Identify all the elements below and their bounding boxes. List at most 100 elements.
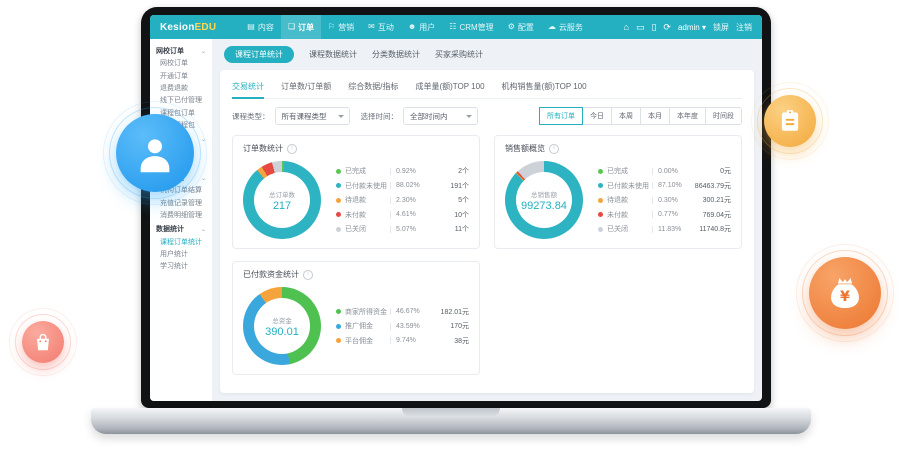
filter-row: 课程类型： 所有课程类型 选择时间： 全部时间内 所有订单今日本周本月本年度时间… — [232, 107, 742, 125]
nav-settings[interactable]: ⚙ 配置 — [501, 15, 541, 39]
home-icon[interactable]: ⌂ — [624, 23, 629, 32]
logo-edu: EDU — [195, 22, 217, 33]
legend-percent: 2.30% — [390, 197, 416, 204]
filter-label-time: 选择时间： — [361, 111, 399, 122]
legend-dot — [336, 227, 341, 232]
nav-cloud[interactable]: ☁ 云服务 — [541, 15, 590, 39]
funds-legend: 商家所得资金 46.67% 182.01元 推广佣金 43.59% 170元 — [336, 307, 469, 346]
empty-grid-cell — [494, 261, 742, 375]
legend-dot — [336, 338, 341, 343]
tab[interactable]: 机构销售量(额)TOP 100 — [502, 74, 587, 98]
sales-legend: 已完成 0.00% 0元 已付款未使用 87.10% 86463.79元 — [598, 166, 731, 234]
sidebar-item[interactable]: 消费明细管理 — [150, 209, 212, 221]
nav-label: 配置 — [518, 22, 534, 33]
time-select[interactable]: 全部时间内 — [403, 107, 478, 125]
sidebar-item[interactable]: 开通订单 — [150, 70, 212, 82]
top-bar: KesionEDU ▤ 内容 ❏ 订单 ⚐ 营销 ✉ 互动 — [150, 15, 762, 39]
orders-count-card: 订单数统计 总订单数 217 — [232, 135, 480, 249]
legend-dot — [336, 309, 341, 314]
sidebar-item[interactable]: 用户统计 — [150, 248, 212, 260]
nav-crm[interactable]: ☷ CRM管理 — [442, 15, 500, 39]
legend-value: 86463.79元 — [695, 181, 731, 191]
tab[interactable]: 交易统计 — [232, 74, 264, 98]
cloud-icon: ☁ — [548, 23, 556, 31]
time-range-button[interactable]: 本周 — [611, 107, 641, 125]
legend-percent: 0.77% — [652, 211, 678, 218]
nav-interaction[interactable]: ✉ 互动 — [361, 15, 401, 39]
legend-row: 已付款未使用 87.10% 86463.79元 — [598, 181, 731, 191]
nav-label: 用户 — [419, 22, 435, 33]
info-icon[interactable] — [287, 144, 297, 154]
monitor-icon[interactable]: ▭ — [636, 23, 645, 32]
chevron-down-icon: ▾ — [702, 23, 706, 32]
nav-marketing[interactable]: ⚐ 营销 — [321, 15, 361, 39]
sidebar-item[interactable]: 数据统计 ⌄ — [150, 223, 212, 235]
time-range-button[interactable]: 今日 — [582, 107, 612, 125]
time-range-buttons: 所有订单今日本周本月本年度时间段 — [540, 107, 742, 125]
mobile-icon[interactable]: ▯ — [651, 23, 656, 32]
legend-row: 已关闭 5.07% 11个 — [336, 224, 469, 234]
nav-orders[interactable]: ❏ 订单 — [281, 15, 321, 39]
donut-center-value: 99273.84 — [521, 200, 567, 212]
logo-kesion: Kesion — [160, 22, 195, 33]
secondary-tab[interactable]: 分类数据统计 — [372, 46, 420, 63]
nav-label: 订单 — [298, 22, 314, 33]
nav-label: 内容 — [258, 22, 274, 33]
sidebar-item[interactable]: 网校订单 ⌄ — [150, 45, 212, 57]
donut-center-value: 390.01 — [265, 326, 299, 338]
legend-label: 未付款 — [607, 210, 649, 220]
legend-label: 已完成 — [345, 166, 387, 176]
sidebar-item[interactable]: 学习统计 — [150, 260, 212, 272]
time-range-button[interactable]: 本年度 — [669, 107, 706, 125]
legend-label: 已完成 — [607, 166, 649, 176]
secondary-tab[interactable]: 课程数据统计 — [309, 46, 357, 63]
sidebar: 网校订单 ⌄ 网校订单 开通订单 退费退款 线下已付管理 — [150, 39, 212, 401]
legend-dot — [598, 212, 603, 217]
legend-value: 10个 — [454, 210, 469, 220]
svg-text:¥: ¥ — [840, 289, 850, 305]
info-icon[interactable] — [549, 144, 559, 154]
legend-label: 商家所得资金 — [345, 307, 387, 317]
tab[interactable]: 订单数/订单额 — [281, 74, 331, 98]
legend-value: 0元 — [720, 166, 731, 176]
orders-icon: ❏ — [288, 23, 295, 31]
info-icon[interactable] — [303, 270, 313, 280]
sidebar-item-label: 学习统计 — [160, 261, 188, 271]
sidebar-item[interactable]: 网校订单 — [150, 57, 212, 69]
logout-link[interactable]: 注销 — [736, 22, 752, 33]
course-type-select[interactable]: 所有课程类型 — [275, 107, 350, 125]
time-range-button[interactable]: 本月 — [640, 107, 670, 125]
user-menu[interactable]: admin ▾ — [678, 23, 706, 32]
legend-dot — [598, 227, 603, 232]
secondary-tab[interactable]: 课程订单统计 — [224, 46, 294, 63]
sidebar-item[interactable]: 课程订单统计 — [150, 235, 212, 247]
legend-dot — [336, 183, 341, 188]
gear-icon: ⚙ — [508, 23, 515, 31]
legend-percent: 46.67% — [390, 308, 420, 315]
legend-dot — [336, 169, 341, 174]
username: admin — [678, 23, 700, 32]
top-bar-right: ⌂ ▭ ▯ ⟳ admin ▾ 锁屏注销 — [624, 22, 753, 33]
sidebar-item-label: 数据统计 — [156, 224, 184, 234]
secondary-tab[interactable]: 买家采购统计 — [435, 46, 483, 63]
main-row: 网校订单 ⌄ 网校订单 开通订单 退费退款 线下已付管理 — [150, 39, 762, 401]
lock-screen-link[interactable]: 锁屏 — [713, 22, 729, 33]
nav-users[interactable]: ☻ 用户 — [401, 15, 442, 39]
nav-content[interactable]: ▤ 内容 — [240, 15, 281, 39]
legend-label: 已付款未使用 — [607, 181, 649, 191]
tab-bar: 交易统计订单数/订单额综合数据/指标成单量(额)TOP 100 机构销售量(额)T… — [232, 74, 742, 99]
refresh-icon[interactable]: ⟳ — [663, 23, 671, 32]
orders-donut-chart: 总订单数 217 — [243, 161, 321, 239]
time-range-button[interactable]: 所有订单 — [539, 107, 583, 125]
legend-value: 11740.8元 — [699, 224, 731, 234]
funds-donut-chart: 总资金 390.01 — [243, 287, 321, 365]
legend-row: 未付款 0.77% 769.04元 — [598, 210, 731, 220]
tab[interactable]: 成单量(额)TOP 100 — [415, 74, 484, 98]
laptop-base — [91, 408, 811, 434]
sidebar-item[interactable]: 退费退款 — [150, 82, 212, 94]
time-range-button[interactable]: 时间段 — [705, 107, 742, 125]
stat-cards-grid: 订单数统计 总订单数 217 — [232, 135, 742, 375]
tab[interactable]: 综合数据/指标 — [348, 74, 398, 98]
chat-icon: ✉ — [368, 23, 375, 31]
legend-row: 待退款 2.30% 5个 — [336, 195, 469, 205]
